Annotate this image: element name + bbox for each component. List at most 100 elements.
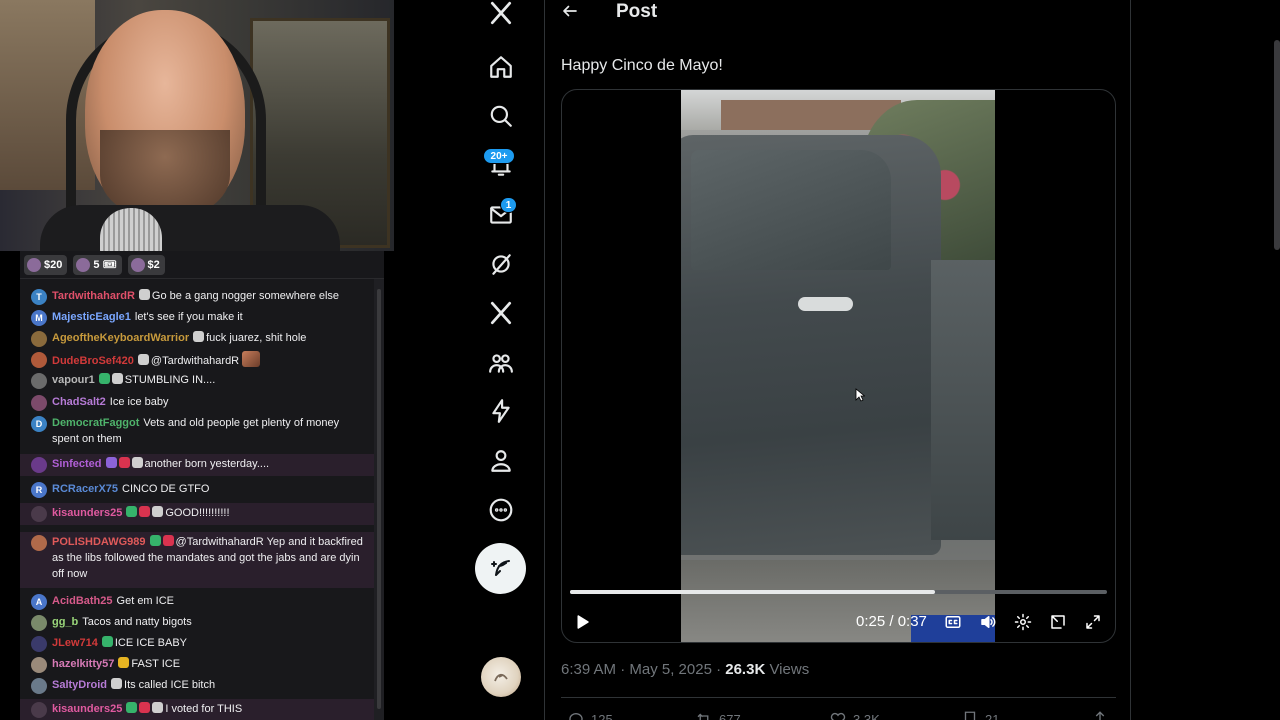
chat-user-avatar[interactable]: M bbox=[31, 310, 47, 326]
chat-username[interactable]: kisaunders25 bbox=[52, 507, 122, 519]
communities-icon[interactable] bbox=[480, 342, 522, 384]
reply-button[interactable]: 125 bbox=[567, 710, 613, 720]
chat-badge-icon bbox=[152, 702, 164, 713]
chat-username[interactable]: MajesticEagle1 bbox=[52, 311, 131, 323]
mouse-cursor-icon bbox=[855, 388, 865, 402]
chat-username[interactable]: kisaunders25 bbox=[52, 703, 122, 715]
settings-button[interactable] bbox=[1011, 610, 1035, 634]
x-premium-icon[interactable] bbox=[480, 292, 522, 334]
video-time: 0:25 / 0:37 bbox=[856, 613, 927, 630]
chat-user-avatar[interactable] bbox=[31, 506, 47, 522]
captions-button[interactable] bbox=[941, 610, 965, 634]
chat-user-avatar[interactable] bbox=[31, 535, 47, 551]
chat-user-avatar[interactable] bbox=[31, 395, 47, 411]
like-count: 3.3K bbox=[853, 711, 880, 720]
views-label: Views bbox=[765, 661, 810, 678]
donation-chip[interactable]: $2 bbox=[127, 254, 165, 275]
post-header: Post bbox=[545, 0, 1132, 26]
chat-username[interactable]: vapour1 bbox=[52, 374, 95, 386]
chat-username[interactable]: gg_b bbox=[52, 616, 78, 628]
play-button[interactable] bbox=[570, 610, 594, 634]
reply-icon bbox=[569, 713, 583, 720]
grok-icon[interactable] bbox=[480, 243, 522, 285]
donation-chip[interactable]: $20 bbox=[24, 254, 68, 275]
back-arrow-button[interactable] bbox=[559, 0, 581, 22]
video-player[interactable]: 0:25 / 0:37 bbox=[561, 89, 1116, 643]
repost-icon bbox=[697, 713, 709, 720]
chat-message: AgeoftheKeyboardWarrior fuck juarez, shit… bbox=[20, 328, 374, 348]
chat-username[interactable]: JLew714 bbox=[52, 637, 98, 649]
chat-username[interactable]: RCRacerX75 bbox=[52, 483, 118, 495]
chat-badge-icon bbox=[139, 506, 151, 517]
account-avatar[interactable] bbox=[481, 657, 521, 697]
divider bbox=[561, 697, 1116, 698]
chat-username[interactable]: ChadSalt2 bbox=[52, 396, 106, 408]
chat-username[interactable]: Sinfected bbox=[52, 458, 102, 470]
chat-user-avatar[interactable] bbox=[31, 678, 47, 694]
pip-button[interactable] bbox=[1046, 610, 1070, 634]
chat-username[interactable]: POLISHDAWG989 bbox=[52, 536, 146, 548]
chat-badge-icon bbox=[111, 678, 123, 689]
chat-user-avatar[interactable] bbox=[31, 636, 47, 652]
video-progress-bar[interactable] bbox=[570, 590, 1107, 594]
chat-username[interactable]: DemocratFaggot bbox=[52, 417, 139, 429]
chat-user-avatar[interactable] bbox=[31, 373, 47, 389]
chat-message: vapour1 STUMBLING IN.... bbox=[20, 370, 374, 390]
bookmark-count: 21 bbox=[985, 711, 1000, 720]
chat-username[interactable]: TardwithahardR bbox=[52, 290, 135, 302]
post-timestamp: 6:39 AM · May 5, 2025 · bbox=[561, 661, 726, 678]
video-truck-window bbox=[691, 150, 891, 270]
chat-scrollbar[interactable] bbox=[374, 279, 384, 720]
chat-username[interactable]: SaltyDroid bbox=[52, 679, 107, 691]
chat-message: hazelkitty57 FAST ICE bbox=[20, 654, 374, 674]
compose-post-button[interactable] bbox=[475, 543, 526, 594]
chat-badge-icon bbox=[137, 354, 149, 365]
chat-user-avatar[interactable] bbox=[31, 457, 47, 473]
chat-message: JLew714 ICE ICE BABY bbox=[20, 633, 374, 653]
chat-username[interactable]: AcidBath25 bbox=[52, 595, 113, 607]
x-logo-icon[interactable] bbox=[480, 0, 522, 34]
webcam-feed bbox=[0, 0, 394, 251]
search-icon[interactable] bbox=[480, 95, 522, 137]
chat-user-avatar[interactable]: A bbox=[31, 594, 47, 610]
like-button[interactable]: 3.3K bbox=[829, 710, 880, 720]
chat-username[interactable]: hazelkitty57 bbox=[52, 658, 114, 670]
chat-user-avatar[interactable]: T bbox=[31, 289, 47, 305]
chat-badge-icon bbox=[105, 457, 117, 468]
donation-chip[interactable]: 5 🎟 bbox=[73, 254, 122, 275]
chat-badge-icon bbox=[98, 373, 110, 384]
chat-text: CINCO DE GTFO bbox=[122, 483, 210, 495]
bookmark-button[interactable]: 21 bbox=[961, 710, 999, 720]
chat-user-avatar[interactable] bbox=[31, 615, 47, 631]
chat-user-avatar[interactable] bbox=[31, 657, 47, 673]
share-button[interactable] bbox=[1091, 710, 1109, 720]
chat-user-avatar[interactable] bbox=[31, 352, 47, 368]
profile-icon[interactable] bbox=[480, 440, 522, 482]
repost-button[interactable]: 677 bbox=[695, 710, 741, 720]
chat-margin-left bbox=[0, 251, 20, 720]
donor-avatar bbox=[27, 257, 41, 272]
lightning-icon[interactable] bbox=[480, 390, 522, 432]
views-count: 26.3K bbox=[725, 661, 766, 678]
chat-username[interactable]: AgeoftheKeyboardWarrior bbox=[52, 332, 189, 344]
chat-badge-icon bbox=[138, 289, 150, 300]
page-scrollbar[interactable] bbox=[1274, 40, 1280, 250]
chat-user-avatar[interactable] bbox=[31, 702, 47, 718]
video-frame[interactable] bbox=[681, 90, 995, 642]
chat-user-avatar[interactable]: R bbox=[31, 482, 47, 498]
more-icon[interactable] bbox=[480, 489, 522, 531]
volume-button[interactable] bbox=[976, 610, 1000, 634]
chat-message: M MajesticEagle1 let's see if you make it bbox=[20, 307, 374, 327]
fullscreen-button[interactable] bbox=[1081, 610, 1105, 634]
video-progress-fill bbox=[570, 590, 936, 594]
avatar-doodle-icon bbox=[494, 673, 508, 682]
chat-text: Go be a gang nogger somewhere else bbox=[151, 290, 340, 302]
chat-user-avatar[interactable]: D bbox=[31, 416, 47, 432]
chat-user-avatar[interactable] bbox=[31, 331, 47, 347]
chat-badge-icon bbox=[118, 657, 130, 668]
chat-badge-icon bbox=[111, 373, 123, 384]
home-icon[interactable] bbox=[480, 46, 522, 88]
chat-username[interactable]: DudeBroSef420 bbox=[52, 355, 134, 367]
chat-badge-icon bbox=[126, 702, 138, 713]
chat-text: I voted for THIS bbox=[165, 703, 243, 715]
